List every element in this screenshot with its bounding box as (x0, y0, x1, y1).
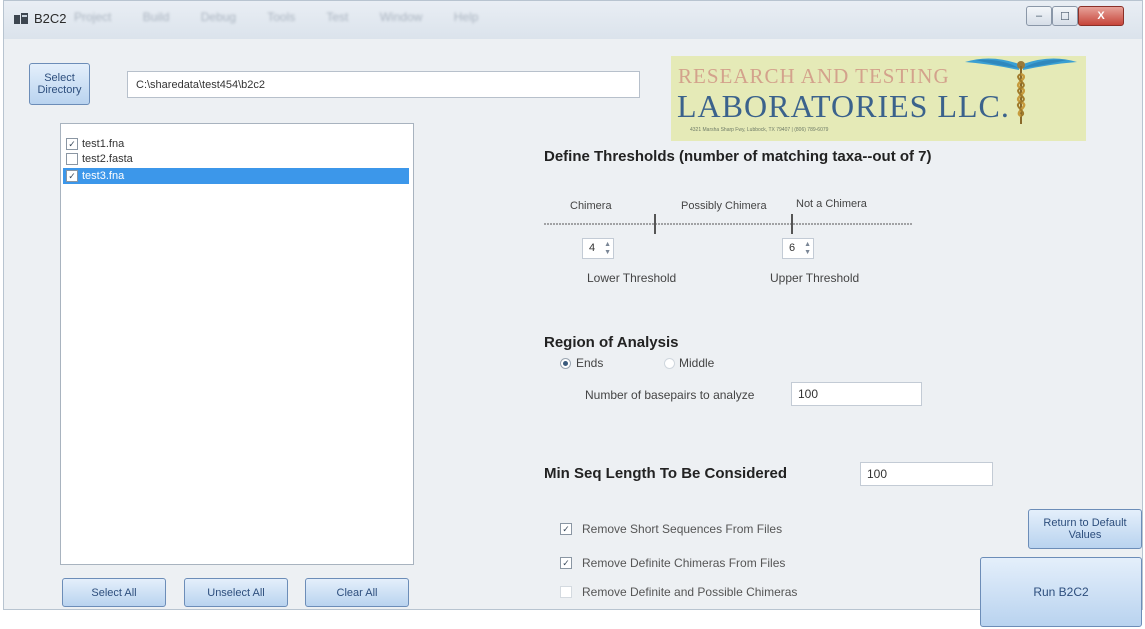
menu-item-window[interactable]: Window (380, 10, 423, 24)
option-label: Remove Definite Chimeras From Files (582, 556, 786, 570)
option-label: Remove Short Sequences From Files (582, 522, 783, 536)
lower-threshold-label: Lower Threshold (587, 271, 677, 285)
directory-path-input[interactable] (127, 71, 640, 98)
upper-threshold-label: Upper Threshold (770, 271, 860, 285)
app-window: B2C2 Project Build Debug Tools Test Wind… (3, 0, 1143, 627)
thresholds-heading: Define Thresholds (number of matching ta… (544, 148, 932, 165)
clear-all-button[interactable]: Clear All (305, 578, 409, 607)
maximize-button[interactable]: ☐ (1052, 6, 1078, 26)
radio-selected-dot (563, 361, 568, 366)
menu-item-build[interactable]: Build (143, 10, 170, 24)
close-button[interactable]: X (1078, 6, 1124, 26)
logo-line-1: RESEARCH AND TESTING (678, 64, 950, 88)
unselect-all-button[interactable]: Unselect All (184, 578, 288, 607)
caduceus-icon (965, 58, 1077, 124)
menu-item-tools[interactable]: Tools (267, 10, 295, 24)
select-all-button[interactable]: Select All (62, 578, 166, 607)
region-heading: Region of Analysis (544, 334, 679, 351)
logo-address: 4321 Marsha Sharp Fwy, Lubbock, TX 79407… (690, 127, 829, 133)
file-checkbox[interactable]: ✓ (66, 138, 78, 150)
file-name: test3.fna (82, 170, 125, 182)
app-icon (14, 13, 28, 24)
lower-threshold-spinner[interactable]: 4 ▲ ▼ (582, 238, 614, 259)
title-bar[interactable]: B2C2 Project Build Debug Tools Test Wind… (4, 1, 1142, 39)
spinner-arrows-icon[interactable]: ▲ ▼ (604, 241, 611, 257)
checkbox-remove-definite[interactable]: ✓ (560, 557, 572, 569)
file-name: test1.fna (82, 138, 125, 150)
list-item[interactable]: test2.fasta (63, 151, 409, 167)
lower-threshold-value: 4 (589, 242, 596, 254)
upper-threshold-value: 6 (789, 242, 796, 254)
logo-line-2: LABORATORIES LLC. (677, 88, 1010, 124)
return-defaults-button[interactable]: Return to Default Values (1028, 509, 1142, 549)
file-checkbox[interactable]: ✓ (66, 170, 78, 182)
option-remove-possible[interactable]: Remove Definite and Possible Chimeras (560, 585, 797, 599)
list-item-selected[interactable]: ✓ test3.fna (63, 168, 409, 184)
option-label: Remove Definite and Possible Chimeras (582, 585, 798, 599)
run-b2c2-button[interactable]: Run B2C2 (980, 557, 1142, 627)
option-remove-short[interactable]: ✓ Remove Short Sequences From Files (560, 522, 782, 536)
menu-item-project[interactable]: Project (74, 10, 111, 24)
min-seq-heading: Min Seq Length To Be Considered (544, 465, 788, 482)
radio-middle[interactable] (664, 358, 675, 369)
radio-ends-label[interactable]: Ends (576, 356, 603, 370)
checkbox-remove-possible[interactable] (560, 586, 572, 598)
basepairs-label: Number of basepairs to analyze (585, 388, 755, 402)
window-title: B2C2 (34, 11, 67, 26)
min-seq-length-input[interactable] (860, 462, 993, 486)
company-logo: RESEARCH AND TESTING LABORATORIES LLC. 4… (671, 56, 1086, 141)
option-remove-definite[interactable]: ✓ Remove Definite Chimeras From Files (560, 556, 785, 570)
menu-item-test[interactable]: Test (326, 10, 348, 24)
spinner-arrows-icon[interactable]: ▲ ▼ (804, 241, 811, 257)
minimize-button[interactable]: – (1026, 6, 1052, 26)
menu-bar: Project Build Debug Tools Test Window He… (74, 10, 506, 24)
checkbox-remove-short[interactable]: ✓ (560, 523, 572, 535)
select-directory-button[interactable]: Select Directory (29, 63, 90, 105)
radio-ends[interactable] (560, 358, 571, 369)
basepairs-input[interactable] (791, 382, 922, 406)
menu-item-debug[interactable]: Debug (201, 10, 236, 24)
file-list[interactable]: ✓ test1.fna test2.fasta ✓ test3.fna (60, 123, 414, 565)
menu-item-help[interactable]: Help (454, 10, 479, 24)
radio-middle-label[interactable]: Middle (679, 356, 714, 370)
list-item[interactable]: ✓ test1.fna (63, 136, 409, 152)
file-checkbox[interactable] (66, 153, 78, 165)
file-name: test2.fasta (82, 153, 133, 165)
upper-threshold-spinner[interactable]: 6 ▲ ▼ (782, 238, 814, 259)
